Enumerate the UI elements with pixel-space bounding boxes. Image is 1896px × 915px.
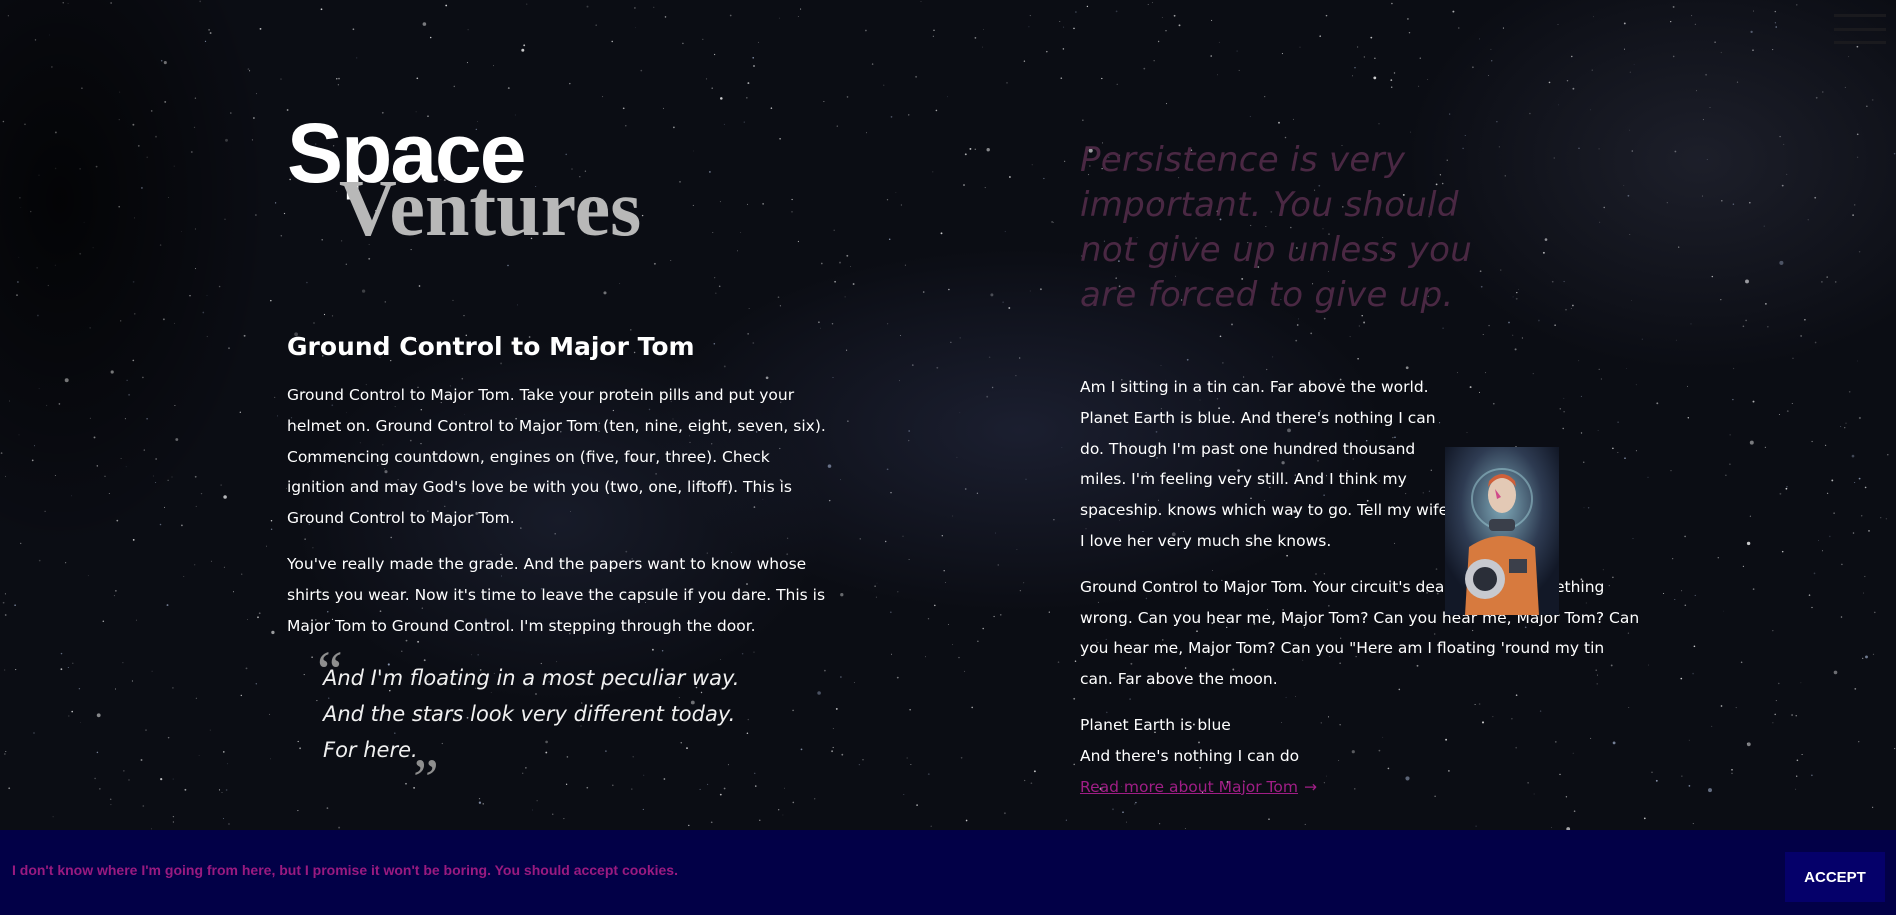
arrow-right-icon: → (1303, 777, 1317, 796)
article-paragraph: You've really made the grade. And the pa… (287, 554, 826, 635)
quote-line: For here. (323, 738, 418, 762)
site-logo[interactable]: Space Ventures (287, 108, 707, 258)
logo-word-ventures: Ventures (339, 165, 642, 253)
article-line: Planet Earth is blue (1080, 715, 1231, 734)
astronaut-portrait-image (1445, 447, 1559, 615)
quote-close-mark: ” (413, 747, 439, 812)
article-line: And there's nothing I can do (1080, 746, 1300, 765)
quote-line: And the stars look very different today. (323, 702, 736, 726)
pull-quote: Persistence is very important. You shoul… (1080, 140, 1473, 315)
quote-line: And I'm floating in a most peculiar way. (323, 666, 740, 690)
hamburger-menu-icon[interactable] (1834, 14, 1886, 44)
cookie-banner: I don't know where I'm going from here, … (0, 830, 1896, 915)
article-paragraph: Am I sitting in a tin can. Far above the… (1080, 378, 1449, 550)
read-more-link[interactable]: Read more about Major Tom → (1080, 772, 1317, 803)
accept-cookies-button[interactable]: ACCEPT (1785, 852, 1885, 902)
cookie-message: I don't know where I'm going from here, … (12, 862, 678, 878)
article-paragraph: Ground Control to Major Tom. Take your p… (287, 386, 826, 528)
left-article: Ground Control to Major Tom Ground Contr… (287, 330, 827, 810)
read-more-label: Read more about Major Tom (1080, 777, 1298, 796)
article-heading: Ground Control to Major Tom (287, 332, 695, 361)
